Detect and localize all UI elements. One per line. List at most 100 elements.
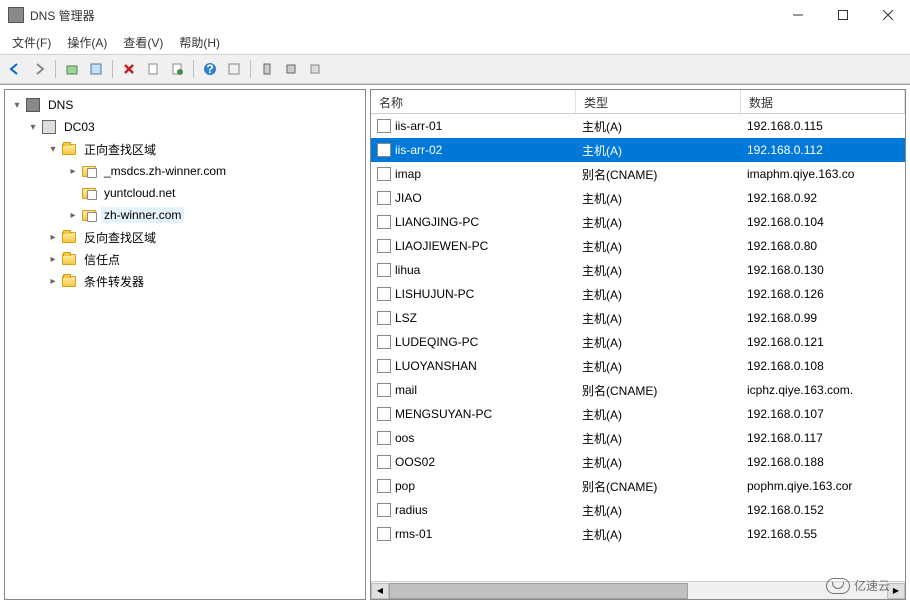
scroll-left-button[interactable]: ◀ [371,583,389,599]
scrollbar-track[interactable] [389,583,887,599]
list-body[interactable]: iis-arr-01主机(A)192.168.0.115iis-arr-02主机… [371,114,905,581]
close-button[interactable] [865,0,910,30]
collapse-icon[interactable]: ▾ [9,100,25,111]
cell-type: 主机(A) [576,260,741,281]
svg-text:?: ? [206,62,213,76]
cell-type: 主机(A) [576,308,741,329]
cell-data: 192.168.0.126 [741,285,905,303]
properties-button[interactable] [142,58,164,80]
list-row[interactable]: LSZ主机(A)192.168.0.99 [371,306,905,330]
list-row[interactable]: radius主机(A)192.168.0.152 [371,498,905,522]
tree-zone-msdcs[interactable]: ▸ _msdcs.zh-winner.com [5,160,365,182]
tree-label: 正向查找区域 [81,140,159,159]
cell-name: LIAOJIEWEN-PC [371,237,576,255]
list-row[interactable]: imap别名(CNAME)imaphm.qiye.163.co [371,162,905,186]
list-row[interactable]: LUDEQING-PC主机(A)192.168.0.121 [371,330,905,354]
refresh-button[interactable] [166,58,188,80]
tree-reverse-zones[interactable]: ▸ 反向查找区域 [5,226,365,248]
list-row[interactable]: oos主机(A)192.168.0.117 [371,426,905,450]
tree-root-dns[interactable]: ▾ DNS [5,94,365,116]
scrollbar-thumb[interactable] [389,583,688,599]
record-icon [377,287,391,301]
tool-button-2[interactable] [280,58,302,80]
tool-button-3[interactable] [304,58,326,80]
nav-back-button[interactable] [4,58,26,80]
record-icon [377,311,391,325]
show-hide-button[interactable] [85,58,107,80]
tree-panel[interactable]: ▾ DNS ▾ DC03 ▾ 正向查找区域 ▸ _msdcs.zh-winner… [4,89,366,600]
column-header-name[interactable]: 名称 [371,90,576,113]
list-row[interactable]: LIAOJIEWEN-PC主机(A)192.168.0.80 [371,234,905,258]
record-icon [377,383,391,397]
cell-type: 主机(A) [576,404,741,425]
minimize-button[interactable] [775,0,820,30]
list-row[interactable]: LUOYANSHAN主机(A)192.168.0.108 [371,354,905,378]
column-header-data[interactable]: 数据 [741,90,905,113]
cell-data: 192.168.0.99 [741,309,905,327]
cell-name: pop [371,477,576,495]
tree-zone-yuntcloud[interactable]: yuntcloud.net [5,182,365,204]
maximize-button[interactable] [820,0,865,30]
record-icon [377,191,391,205]
list-row[interactable]: OOS02主机(A)192.168.0.188 [371,450,905,474]
menu-help[interactable]: 帮助(H) [171,32,228,53]
tree-forward-zones[interactable]: ▾ 正向查找区域 [5,138,365,160]
expand-icon[interactable] [65,188,81,199]
tree-trust-points[interactable]: ▸ 信任点 [5,248,365,270]
content-area: ▾ DNS ▾ DC03 ▾ 正向查找区域 ▸ _msdcs.zh-winner… [0,84,910,604]
window-controls [775,0,910,30]
tree-zone-zhwinner[interactable]: ▸ zh-winner.com [5,204,365,226]
nav-forward-button[interactable] [28,58,50,80]
cell-name: rms-01 [371,525,576,543]
collapse-icon[interactable]: ▾ [45,144,61,155]
expand-icon[interactable]: ▸ [45,276,61,287]
record-icon [377,239,391,253]
menu-view[interactable]: 查看(V) [115,32,171,53]
tool-button-1[interactable] [256,58,278,80]
list-row[interactable]: rms-01主机(A)192.168.0.55 [371,522,905,546]
list-row[interactable]: LIANGJING-PC主机(A)192.168.0.104 [371,210,905,234]
tree-conditional-fwd[interactable]: ▸ 条件转发器 [5,270,365,292]
cell-data: 192.168.0.107 [741,405,905,423]
expand-icon[interactable]: ▸ [65,210,81,221]
list-row[interactable]: pop别名(CNAME)pophm.qiye.163.cor [371,474,905,498]
expand-icon[interactable]: ▸ [45,254,61,265]
cell-name: LUOYANSHAN [371,357,576,375]
toolbar-separator [193,60,194,78]
list-row[interactable]: JIAO主机(A)192.168.0.92 [371,186,905,210]
collapse-icon[interactable]: ▾ [25,122,41,133]
record-icon [377,359,391,373]
list-row[interactable]: MENGSUYAN-PC主机(A)192.168.0.107 [371,402,905,426]
cell-type: 主机(A) [576,500,741,521]
cell-data: imaphm.qiye.163.co [741,165,905,183]
cell-type: 主机(A) [576,356,741,377]
list-row[interactable]: LISHUJUN-PC主机(A)192.168.0.126 [371,282,905,306]
filter-button[interactable] [223,58,245,80]
expand-icon[interactable]: ▸ [45,232,61,243]
menu-action[interactable]: 操作(A) [59,32,115,53]
list-row[interactable]: iis-arr-01主机(A)192.168.0.115 [371,114,905,138]
cell-type: 主机(A) [576,284,741,305]
delete-button[interactable] [118,58,140,80]
list-row[interactable]: mail别名(CNAME)icphz.qiye.163.com. [371,378,905,402]
list-header: 名称 类型 数据 [371,90,905,114]
cell-data: icphz.qiye.163.com. [741,381,905,399]
menu-file[interactable]: 文件(F) [4,32,59,53]
help-button[interactable]: ? [199,58,221,80]
expand-icon[interactable]: ▸ [65,166,81,177]
dns-app-icon [8,7,24,23]
list-panel: 名称 类型 数据 iis-arr-01主机(A)192.168.0.115iis… [370,89,906,600]
column-header-type[interactable]: 类型 [576,90,741,113]
record-icon [377,119,391,133]
folder-icon [61,273,77,289]
tree-server[interactable]: ▾ DC03 [5,116,365,138]
record-icon [377,167,391,181]
horizontal-scrollbar[interactable]: ◀ ▶ [371,581,905,599]
list-row[interactable]: lihua主机(A)192.168.0.130 [371,258,905,282]
cell-data: 192.168.0.112 [741,141,905,159]
tree-label: 条件转发器 [81,272,147,291]
list-row[interactable]: iis-arr-02主机(A)192.168.0.112 [371,138,905,162]
cell-name: LSZ [371,309,576,327]
zone-icon [81,207,97,223]
up-button[interactable] [61,58,83,80]
